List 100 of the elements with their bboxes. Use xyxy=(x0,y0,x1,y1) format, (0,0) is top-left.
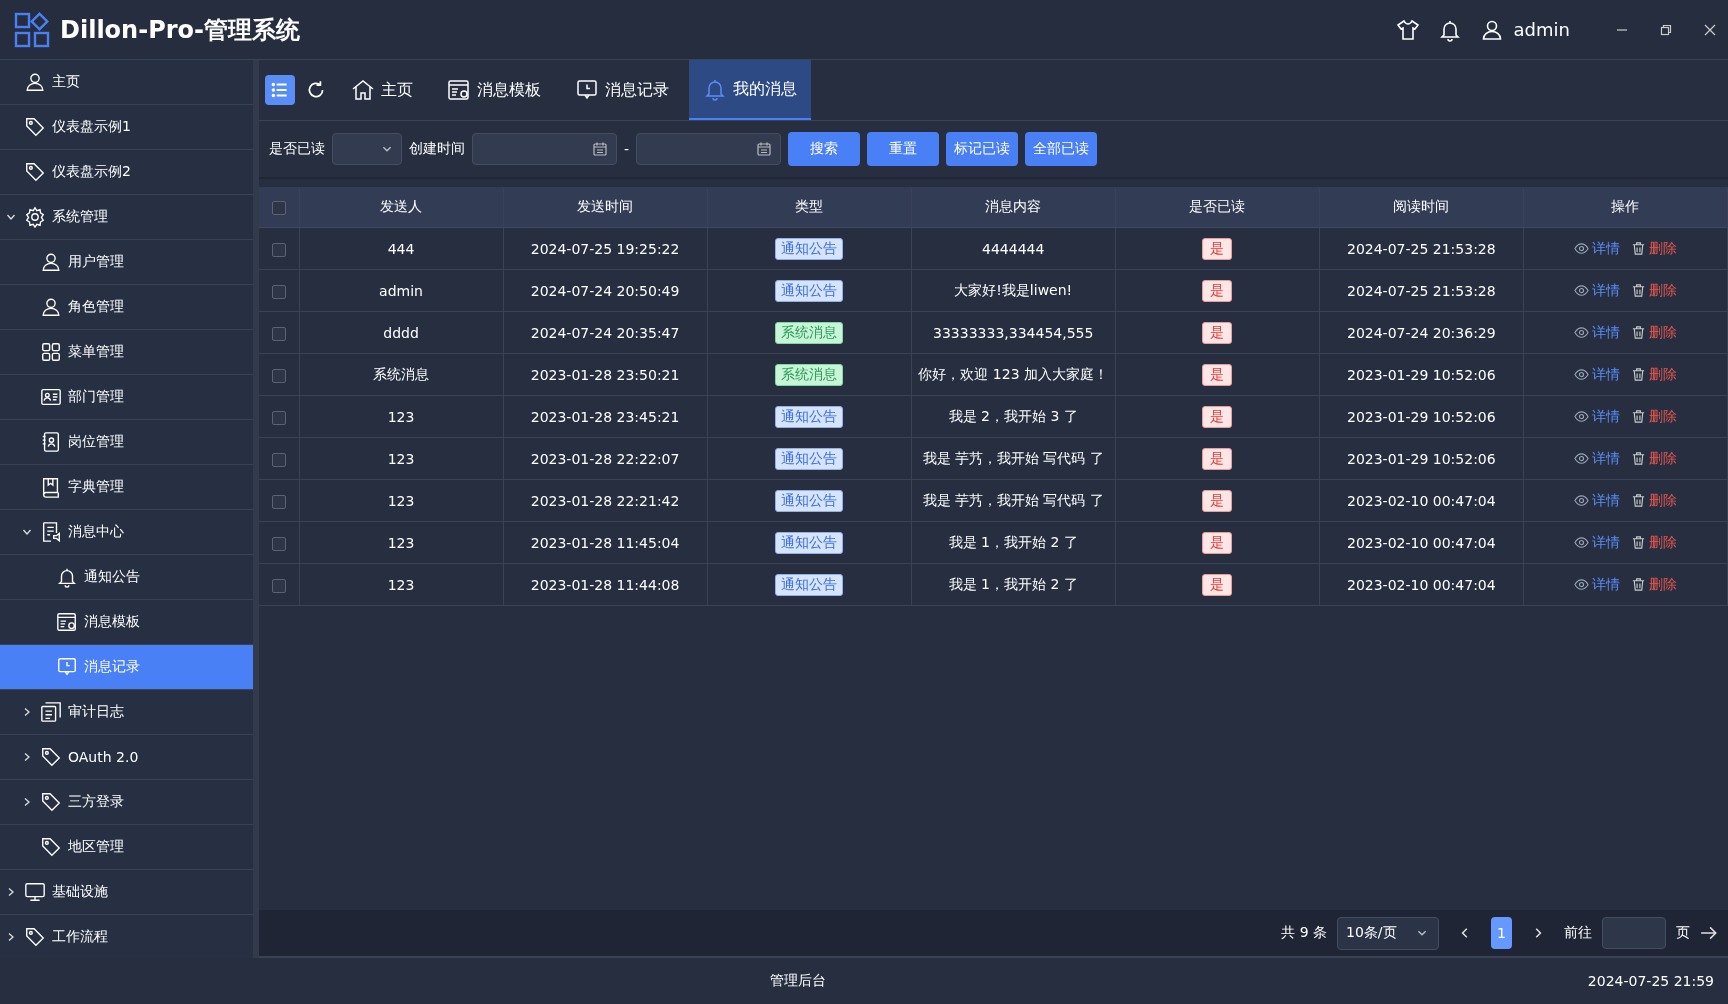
tag-icon xyxy=(40,746,62,768)
filter-button[interactable]: 全部已读 xyxy=(1025,132,1098,166)
trash-icon xyxy=(1630,535,1646,550)
person-icon xyxy=(24,71,46,93)
type-tag: 通知公告 xyxy=(775,531,844,554)
column-header: 是否已读 xyxy=(1189,198,1246,214)
sidebar-item[interactable]: 主页 xyxy=(0,60,253,105)
row-checkbox[interactable] xyxy=(271,410,286,425)
table-cell: 大家好!我是liwen! xyxy=(954,281,1073,298)
sidebar-item[interactable]: 基础设施 xyxy=(0,870,253,915)
sidebar-item[interactable]: 消息记录 xyxy=(0,645,253,690)
sidebar-item[interactable]: 系统管理 xyxy=(0,195,253,240)
table-cell: 2024-07-25 21:53:28 xyxy=(1347,240,1496,257)
sidebar-item[interactable]: 通知公告 xyxy=(0,555,253,600)
range-separator: - xyxy=(624,141,630,157)
table-cell: 123 xyxy=(387,408,415,425)
eye-icon xyxy=(1573,493,1589,508)
goto-page-field[interactable] xyxy=(1602,917,1666,949)
detail-link[interactable]: 详情 xyxy=(1591,365,1620,384)
sidebar-item[interactable]: 仪表盘示例2 xyxy=(0,150,253,195)
detail-link[interactable]: 详情 xyxy=(1591,323,1620,342)
sidebar-item[interactable]: 岗位管理 xyxy=(0,420,253,465)
row-checkbox[interactable] xyxy=(271,452,286,467)
tag-icon xyxy=(40,836,62,858)
column-header: 操作 xyxy=(1611,198,1640,214)
tab[interactable]: 我的消息 xyxy=(689,60,811,120)
bell-icon xyxy=(703,77,727,101)
sidebar-item[interactable]: 部门管理 xyxy=(0,375,253,420)
type-tag: 系统消息 xyxy=(775,363,844,386)
eye-icon xyxy=(1573,535,1589,550)
sidebar-item[interactable]: 用户管理 xyxy=(0,240,253,285)
filter-button[interactable]: 搜索 xyxy=(788,132,861,166)
read-status-label: 是否已读 xyxy=(269,140,325,158)
select-all-checkbox[interactable] xyxy=(271,201,286,215)
delete-link[interactable]: 删除 xyxy=(1648,575,1677,594)
detail-link[interactable]: 详情 xyxy=(1591,407,1620,426)
delete-link[interactable]: 删除 xyxy=(1648,323,1677,342)
table-cell: 我是 2，我开始 3 了 xyxy=(948,407,1078,424)
sidebar-item[interactable]: 角色管理 xyxy=(0,285,253,330)
tab[interactable]: 主页 xyxy=(337,60,427,120)
row-checkbox[interactable] xyxy=(271,578,286,593)
type-tag: 通知公告 xyxy=(775,279,844,302)
detail-link[interactable]: 详情 xyxy=(1591,491,1620,510)
row-checkbox[interactable] xyxy=(271,326,286,341)
type-tag: 通知公告 xyxy=(775,573,844,596)
detail-link[interactable]: 详情 xyxy=(1591,575,1620,594)
table-cell: 2024-07-25 19:25:22 xyxy=(530,240,680,257)
type-tag: 通知公告 xyxy=(775,489,844,512)
sidebar-item[interactable]: 三方登录 xyxy=(0,780,253,825)
detail-link[interactable]: 详情 xyxy=(1591,239,1620,258)
eye-icon xyxy=(1573,325,1589,340)
sidebar-item[interactable]: 字典管理 xyxy=(0,465,253,510)
table-cell: 444 xyxy=(387,240,415,257)
close-icon[interactable] xyxy=(1704,23,1716,36)
delete-link[interactable]: 删除 xyxy=(1648,407,1677,426)
sidebar-item[interactable]: 消息中心 xyxy=(0,510,253,555)
delete-link[interactable]: 删除 xyxy=(1648,491,1677,510)
filter-button[interactable]: 重置 xyxy=(867,132,940,166)
delete-link[interactable]: 删除 xyxy=(1648,365,1677,384)
sidebar-item[interactable]: OAuth 2.0 xyxy=(0,735,253,780)
tab[interactable]: 消息记录 xyxy=(561,60,683,120)
start-date-field[interactable] xyxy=(472,133,617,165)
delete-link[interactable]: 删除 xyxy=(1648,281,1677,300)
table-cell: 4444444 xyxy=(982,240,1045,257)
column-header: 消息内容 xyxy=(985,198,1042,214)
sidebar-item[interactable]: 地区管理 xyxy=(0,825,253,870)
trash-icon xyxy=(1630,283,1646,298)
read-tag: 是 xyxy=(1202,405,1233,428)
end-date-field[interactable] xyxy=(636,133,782,165)
user-name[interactable]: admin xyxy=(1513,19,1570,40)
detail-link[interactable]: 详情 xyxy=(1591,533,1620,552)
read-tag: 是 xyxy=(1202,531,1233,554)
trash-icon xyxy=(1630,325,1646,340)
delete-link[interactable]: 删除 xyxy=(1648,449,1677,468)
row-checkbox[interactable] xyxy=(271,368,286,383)
filter-button[interactable]: 标记已读 xyxy=(946,132,1019,166)
detail-link[interactable]: 详情 xyxy=(1591,449,1620,468)
restore-icon[interactable] xyxy=(1660,23,1672,36)
id-card-icon xyxy=(40,386,62,408)
sidebar-item[interactable]: 仪表盘示例1 xyxy=(0,105,253,150)
row-checkbox[interactable] xyxy=(271,242,286,257)
row-checkbox[interactable] xyxy=(271,494,286,509)
shirt-icon[interactable] xyxy=(1395,17,1420,42)
arrow-right-icon[interactable] xyxy=(1700,924,1718,942)
person-icon xyxy=(40,296,62,318)
trash-icon xyxy=(1630,577,1646,592)
detail-link[interactable]: 详情 xyxy=(1591,281,1620,300)
read-tag: 是 xyxy=(1202,363,1233,386)
row-checkbox[interactable] xyxy=(271,536,286,551)
menu-toggle-button[interactable] xyxy=(265,75,295,105)
delete-link[interactable]: 删除 xyxy=(1648,533,1677,552)
tab[interactable]: 消息模板 xyxy=(433,60,555,120)
row-checkbox[interactable] xyxy=(271,284,286,299)
page-unit-label: 页 xyxy=(1676,924,1690,942)
delete-link[interactable]: 删除 xyxy=(1648,239,1677,258)
table-cell: 2024-07-24 20:36:29 xyxy=(1347,324,1496,341)
sidebar-item[interactable]: 菜单管理 xyxy=(0,330,253,375)
page-size-value: 10条/页 xyxy=(1346,924,1397,942)
page-size-select[interactable]: 10条/页 xyxy=(1337,916,1439,950)
sidebar-item[interactable]: 审计日志 xyxy=(0,690,253,735)
